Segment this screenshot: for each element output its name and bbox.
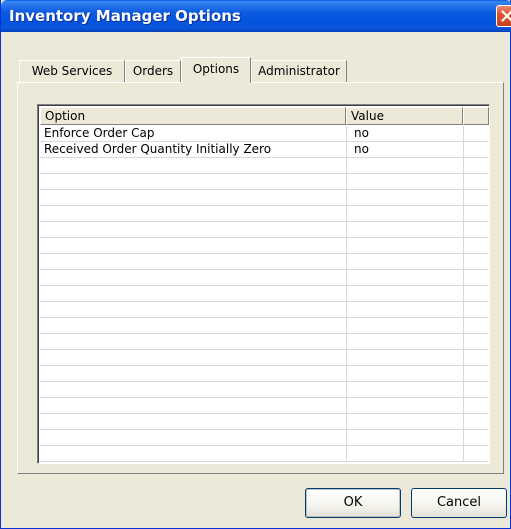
options-dialog: Inventory Manager Options Web Services O…: [0, 0, 511, 529]
tab-options[interactable]: Options: [181, 57, 251, 83]
title-bar[interactable]: Inventory Manager Options: [1, 0, 511, 32]
window-title: Inventory Manager Options: [9, 7, 241, 25]
close-icon: [501, 10, 511, 22]
tab-orders[interactable]: Orders: [125, 60, 181, 82]
ok-button[interactable]: OK: [305, 488, 401, 518]
close-button[interactable]: [496, 5, 511, 27]
cancel-button[interactable]: Cancel: [411, 488, 507, 518]
options-tab-panel: [17, 82, 504, 474]
tab-administrator[interactable]: Administrator: [251, 60, 347, 82]
tab-web-services[interactable]: Web Services: [19, 60, 125, 82]
